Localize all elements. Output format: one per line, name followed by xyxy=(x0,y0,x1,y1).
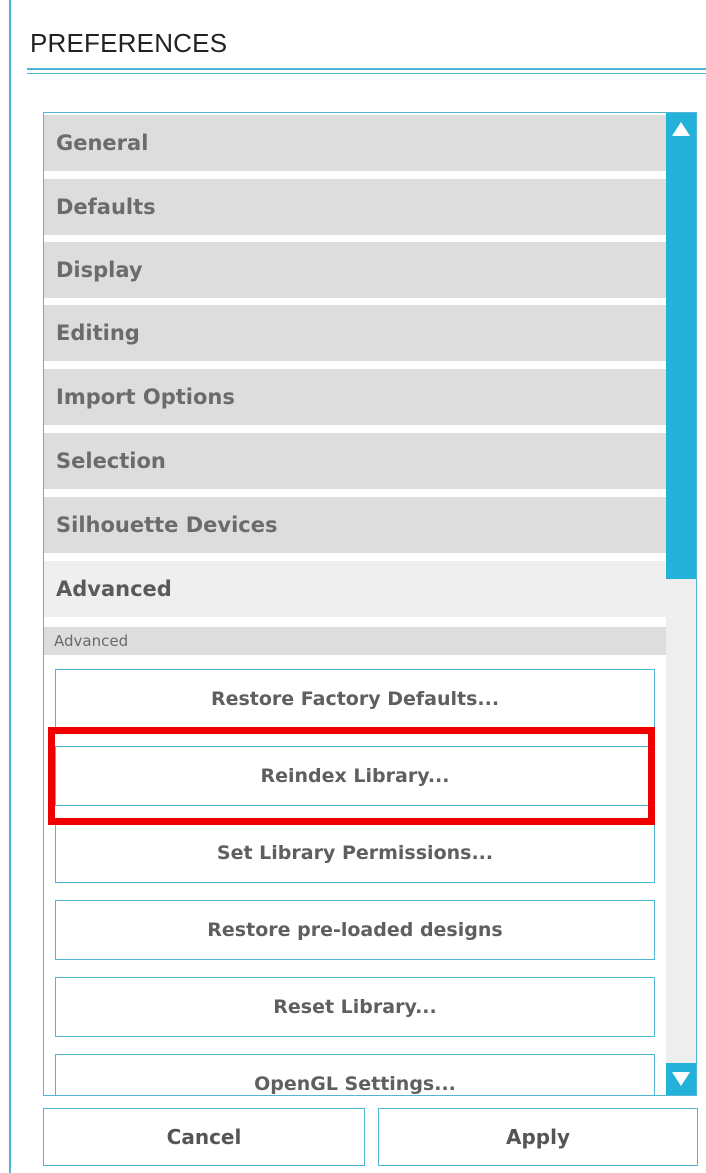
scroll-up-button[interactable] xyxy=(666,113,696,145)
section-advanced[interactable]: Advanced xyxy=(44,561,666,617)
preferences-panel: General Defaults Display Editing Import … xyxy=(43,112,697,1096)
triangle-up-icon xyxy=(672,122,690,136)
set-library-permissions-button[interactable]: Set Library Permissions... xyxy=(55,823,655,883)
opengl-settings-button[interactable]: OpenGL Settings... xyxy=(55,1054,655,1095)
cancel-button[interactable]: Cancel xyxy=(43,1108,365,1166)
reset-library-button[interactable]: Reset Library... xyxy=(55,977,655,1037)
section-display[interactable]: Display xyxy=(44,242,666,298)
vertical-scrollbar[interactable] xyxy=(666,113,696,1095)
section-import-options[interactable]: Import Options xyxy=(44,369,666,425)
reindex-library-button[interactable]: Reindex Library... xyxy=(55,746,655,806)
restore-factory-defaults-button[interactable]: Restore Factory Defaults... xyxy=(55,669,655,729)
page-title: PREFERENCES xyxy=(30,28,228,58)
advanced-subheader: Advanced xyxy=(44,627,666,655)
section-silhouette-devices[interactable]: Silhouette Devices xyxy=(44,497,666,553)
window-left-border xyxy=(9,0,11,1173)
section-general[interactable]: General xyxy=(44,115,666,171)
title-divider xyxy=(27,68,706,70)
restore-preloaded-designs-button[interactable]: Restore pre-loaded designs xyxy=(55,900,655,960)
preferences-list: General Defaults Display Editing Import … xyxy=(44,113,666,1095)
scrollbar-thumb[interactable] xyxy=(666,113,696,579)
title-divider-secondary xyxy=(27,73,706,74)
section-editing[interactable]: Editing xyxy=(44,305,666,361)
triangle-down-icon xyxy=(672,1072,690,1086)
section-defaults[interactable]: Defaults xyxy=(44,179,666,235)
apply-button[interactable]: Apply xyxy=(378,1108,698,1166)
scroll-down-button[interactable] xyxy=(666,1063,696,1095)
section-selection[interactable]: Selection xyxy=(44,433,666,489)
